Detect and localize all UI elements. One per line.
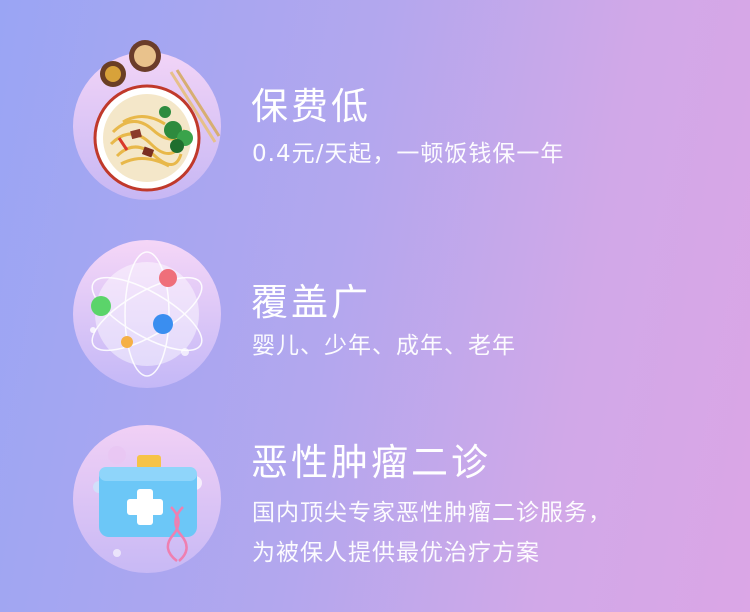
feature-subtitle-line1: 国内顶尖专家恶性肿瘤二诊服务，: [252, 500, 612, 526]
feature-subtitle: 婴儿、少年、成年、老年: [252, 333, 516, 359]
feature-title: 覆盖广: [251, 281, 371, 324]
feature-cancer-second-opinion: 恶性肿瘤二诊 国内顶尖专家恶性肿瘤二诊服务， 为被保人提供最优治疗方案: [0, 0, 750, 573]
feature-subtitle-line2: 为被保人提供最优治疗方案: [252, 540, 540, 566]
atom-orbit-icon: [73, 240, 221, 388]
medical-kit-icon: [73, 425, 221, 573]
feature-title: 恶性肿瘤二诊: [251, 441, 491, 484]
